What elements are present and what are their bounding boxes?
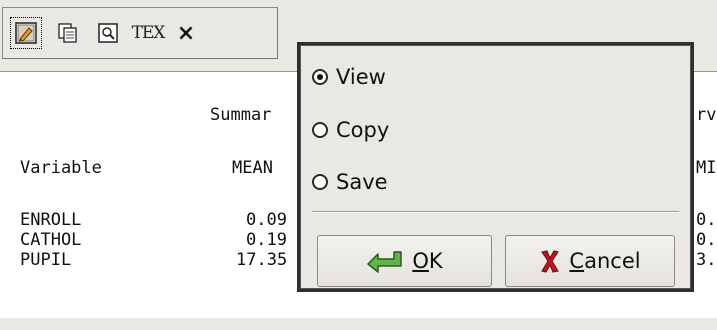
notes-icon-graphic	[15, 22, 37, 44]
notes-icon[interactable]	[9, 16, 43, 50]
header-min: MI	[696, 158, 717, 178]
tex-button[interactable]: TEX	[130, 16, 166, 50]
option-view-label: View	[336, 65, 386, 89]
copy-icon[interactable]	[52, 16, 84, 50]
ok-button[interactable]: OK	[317, 235, 492, 287]
preview-icon-graphic	[98, 23, 118, 43]
close-icon: ×	[176, 20, 196, 46]
close-button[interactable]: ×	[172, 16, 200, 50]
row-enroll-mean: 0.09	[246, 210, 287, 230]
cancel-label: Cancel	[569, 249, 641, 273]
radio-copy[interactable]	[312, 122, 328, 138]
radio-save[interactable]	[312, 174, 328, 190]
row-pupil-mean: 17.35	[236, 250, 288, 270]
radio-view[interactable]	[312, 69, 328, 85]
tex-label: TEX	[131, 23, 166, 43]
cancel-button[interactable]: Cancel	[505, 235, 675, 287]
row-cathol-right: 0.	[696, 230, 717, 250]
header-variable: Variable	[20, 158, 102, 178]
option-copy[interactable]: Copy	[312, 113, 389, 147]
dialog-separator	[312, 211, 679, 213]
ok-icon	[366, 248, 404, 274]
option-save[interactable]: Save	[312, 165, 388, 199]
row-cathol-variable: CATHOL	[20, 230, 82, 250]
ok-label: OK	[412, 249, 443, 273]
screen: TEX × Summar rv Variable MEAN MI ENROLL …	[0, 0, 717, 330]
row-pupil-variable: PUPIL	[20, 250, 72, 270]
row-enroll-right: 0.	[696, 210, 717, 230]
header-summary-left: Summar	[210, 105, 272, 125]
preview-icon[interactable]	[92, 16, 124, 50]
row-enroll-variable: ENROLL	[20, 210, 82, 230]
header-mean: MEAN	[232, 158, 273, 178]
option-save-label: Save	[336, 170, 388, 194]
cancel-icon	[539, 248, 561, 274]
row-pupil-right: 3.	[696, 250, 717, 270]
status-bar	[0, 318, 717, 330]
row-cathol-mean: 0.19	[246, 230, 287, 250]
option-view[interactable]: View	[312, 60, 386, 94]
output-action-dialog: View Copy Save OK Cancel	[297, 42, 694, 292]
header-summary-right: rv	[696, 105, 717, 125]
copy-icon-graphic	[58, 23, 77, 43]
option-copy-label: Copy	[336, 118, 390, 142]
